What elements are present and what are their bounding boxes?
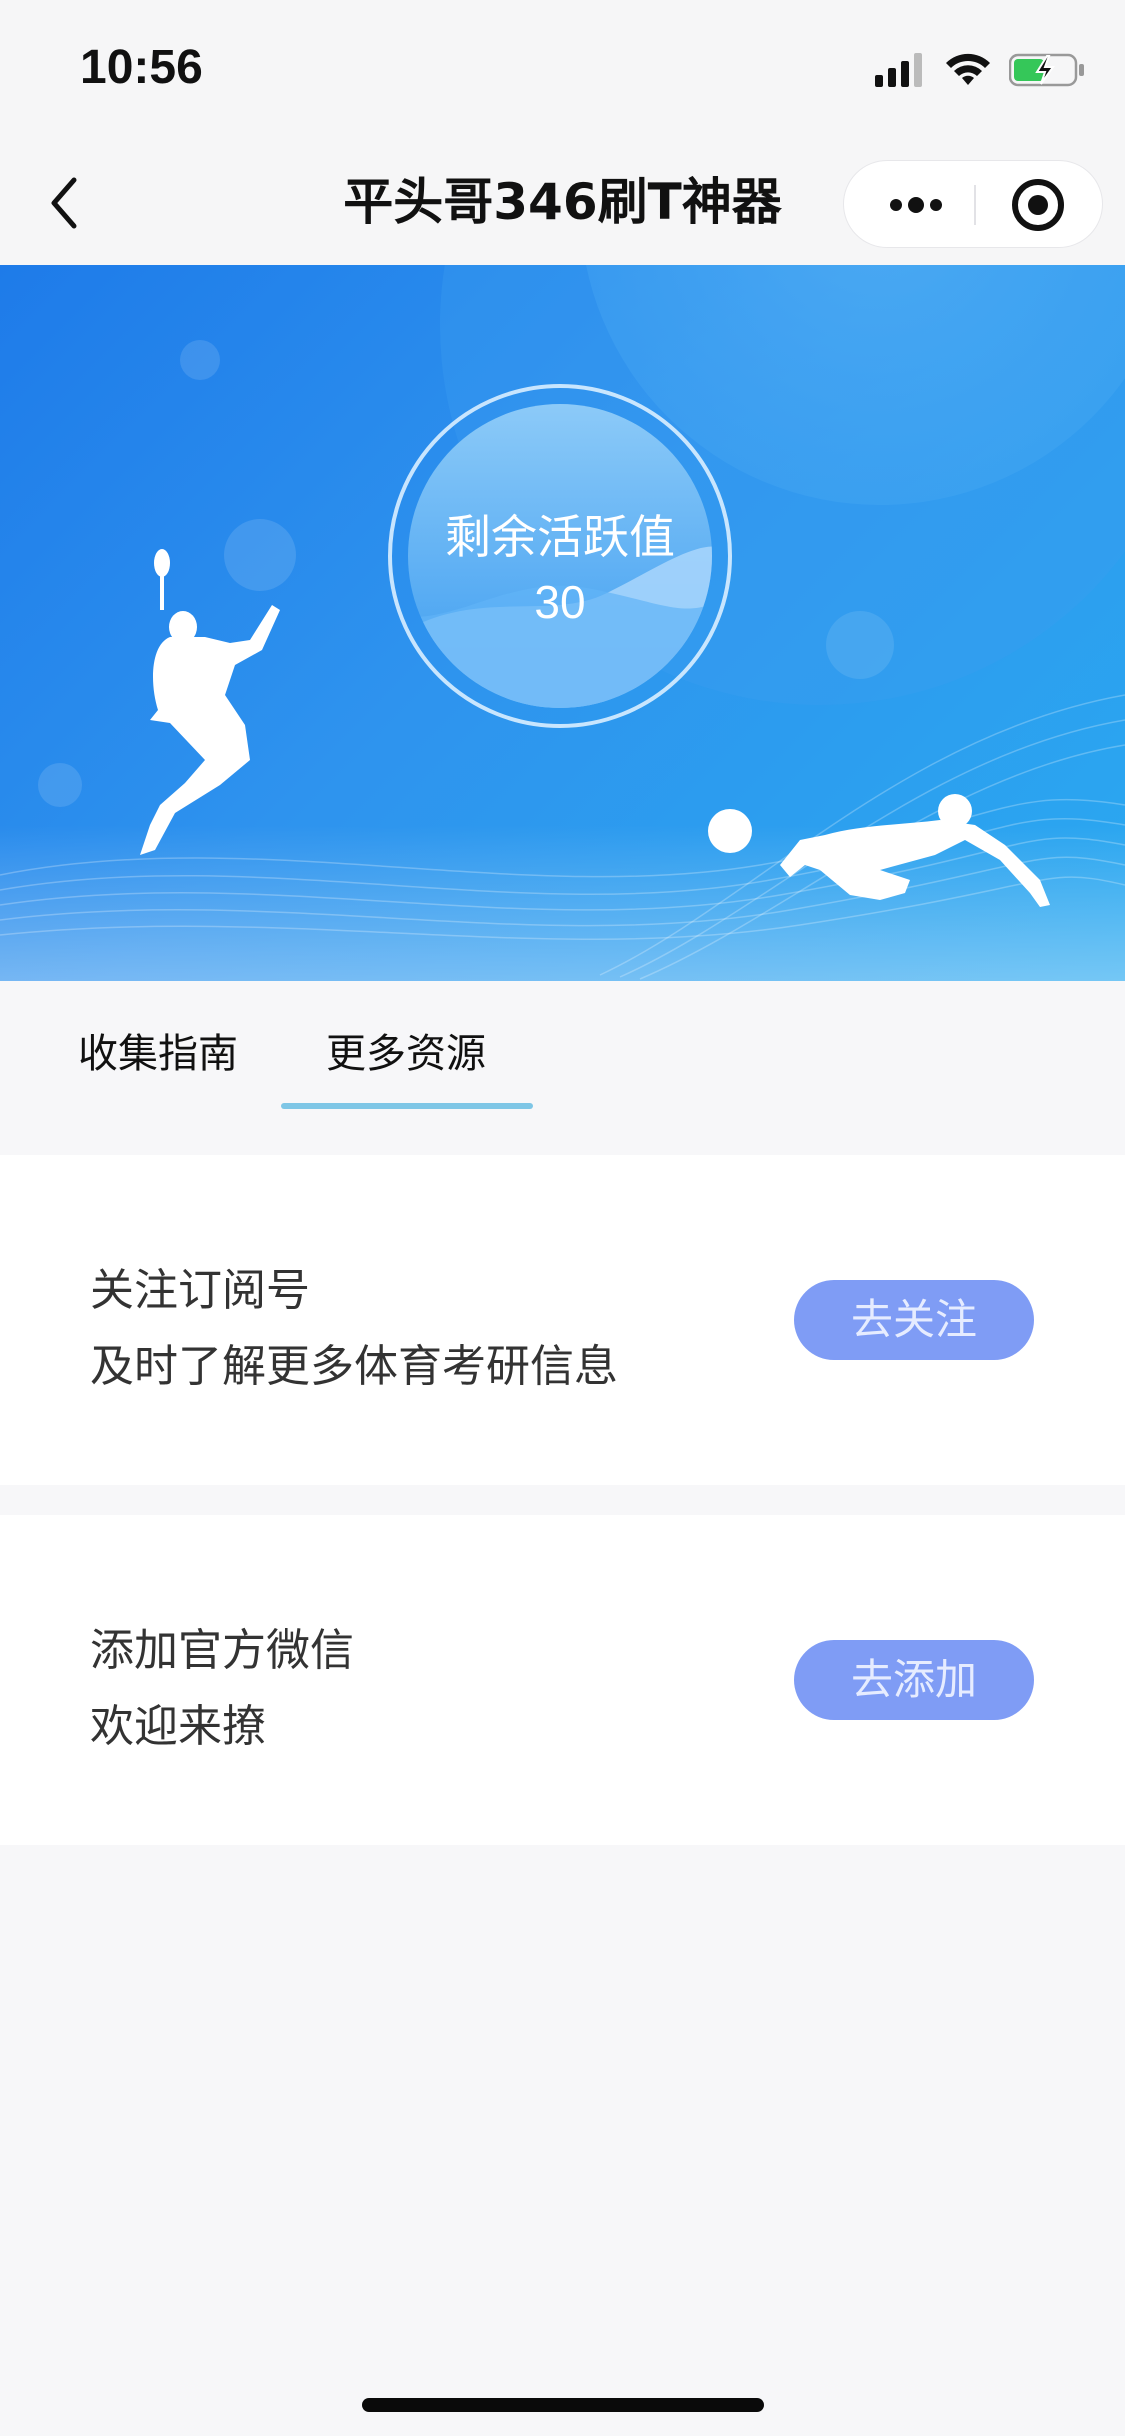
home-indicator xyxy=(362,2398,764,2412)
active-value-number: 30 xyxy=(534,576,586,628)
nav-bar: 平头哥346刷T神器 xyxy=(0,138,1125,265)
wechat-card-desc: 欢迎来撩 xyxy=(90,1701,266,1752)
tab-more-resources[interactable]: 更多资源 xyxy=(326,1021,486,1079)
tab-collect-guide[interactable]: 收集指南 xyxy=(78,1021,238,1079)
subscribe-card: 关注订阅号 及时了解更多体育考研信息 去关注 xyxy=(0,1155,1125,1485)
screen: 10:56 平头哥346刷T神器 剩余活跃值 30 收集指南 更多资源 关注订阅… xyxy=(0,0,1125,2436)
active-value-banner: 剩余活跃值 30 xyxy=(0,265,1125,981)
tab-bar: 收集指南 更多资源 xyxy=(0,981,1125,1155)
more-icon xyxy=(890,197,942,213)
badminton-player-silhouette xyxy=(140,549,280,855)
close-mini-program-button[interactable] xyxy=(994,175,1086,235)
capsule-divider xyxy=(974,185,976,225)
active-value-label: 剩余活跃值 xyxy=(445,510,675,564)
follow-button[interactable]: 去关注 xyxy=(794,1280,1034,1360)
active-value-circle: 剩余活跃值 30 xyxy=(387,383,733,729)
wechat-card-title: 添加官方微信 xyxy=(90,1625,354,1676)
mini-program-capsule xyxy=(843,160,1103,248)
add-wechat-button[interactable]: 去添加 xyxy=(794,1640,1034,1720)
subscribe-card-text: 关注订阅号 及时了解更多体育考研信息 xyxy=(90,1253,618,1405)
target-icon xyxy=(1012,179,1064,231)
status-time: 10:56 xyxy=(80,41,203,94)
status-icons xyxy=(875,52,1085,88)
more-button[interactable] xyxy=(866,175,958,235)
signal-icon xyxy=(875,53,922,87)
wechat-card-text: 添加官方微信 欢迎来撩 xyxy=(90,1613,354,1765)
ball-icon xyxy=(708,809,752,853)
active-tab-indicator xyxy=(281,1103,533,1109)
wechat-card: 添加官方微信 欢迎来撩 去添加 xyxy=(0,1515,1125,1845)
wifi-icon xyxy=(946,53,990,85)
status-bar: 10:56 xyxy=(0,0,1125,138)
subscribe-card-desc: 及时了解更多体育考研信息 xyxy=(90,1341,618,1392)
battery-charging-icon xyxy=(1009,53,1084,87)
subscribe-card-title: 关注订阅号 xyxy=(90,1265,310,1316)
